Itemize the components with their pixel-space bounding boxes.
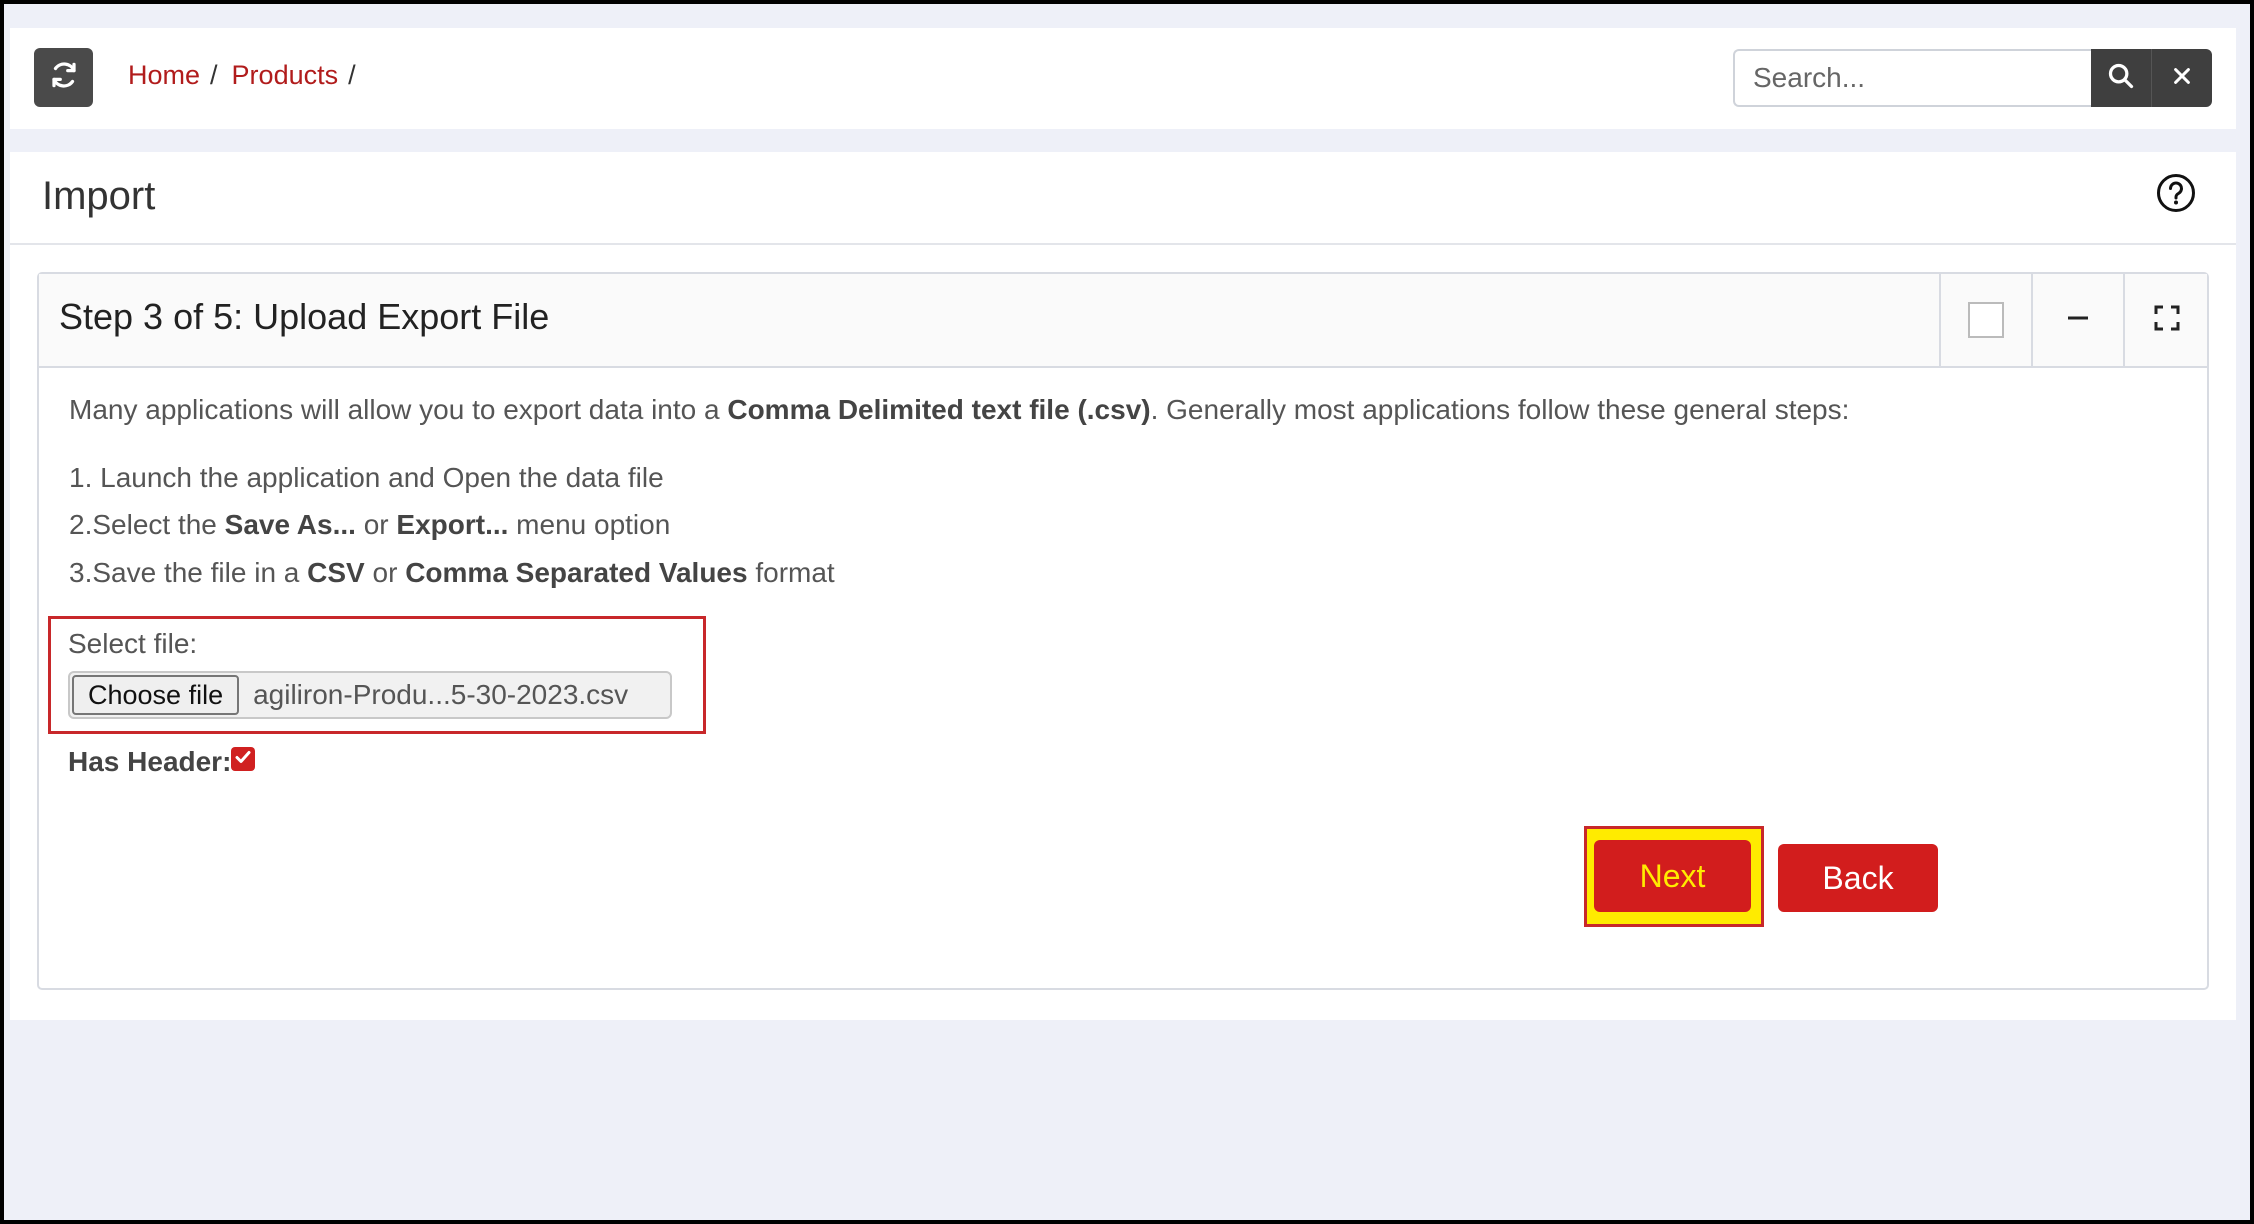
step-2-export: Export... <box>396 509 509 540</box>
close-icon <box>2171 65 2193 92</box>
has-header-label: Has Header: <box>68 746 232 777</box>
card-select-toggle[interactable] <box>1939 274 2031 366</box>
has-header-row: Has Header: <box>68 746 256 778</box>
step-2-text: or <box>355 509 397 540</box>
intro-text-end: . Generally most applications follow the… <box>1150 394 1850 425</box>
step-2-save-as: Save As... <box>224 509 356 540</box>
step-3-text: or <box>364 557 406 588</box>
search-bar <box>1733 49 2212 107</box>
selected-file-name: agiliron-Produ...5-30-2023.csv <box>253 679 629 710</box>
breadcrumb: Home / Products / <box>128 60 370 91</box>
step-3-text: format <box>747 557 835 588</box>
choose-file-button[interactable]: Choose file <box>72 675 240 715</box>
step-2-text: menu option <box>508 509 671 540</box>
refresh-button[interactable] <box>34 48 93 107</box>
card-title: Step 3 of 5: Upload Export File <box>59 296 550 337</box>
step-2: 2.Select the Save As... or Export... men… <box>69 509 670 541</box>
fullscreen-icon <box>2154 305 2180 336</box>
checkmark-icon <box>234 748 252 771</box>
search-input[interactable] <box>1733 49 2091 107</box>
top-bar: Home / Products / <box>10 28 2236 129</box>
breadcrumb-separator: / <box>348 60 356 90</box>
step-3-comma-separated: Comma Separated Values <box>405 557 748 588</box>
search-button[interactable] <box>2091 49 2151 107</box>
page-title: Import <box>42 174 156 218</box>
step-2-text: 2.Select the <box>69 509 225 540</box>
step-3-csv: CSV <box>307 557 365 588</box>
intro-text-bold: Comma Delimited text file (.csv) <box>727 394 1151 425</box>
file-input[interactable]: Choose file agiliron-Produ...5-30-2023.c… <box>68 671 672 719</box>
step-1: 1. Launch the application and Open the d… <box>69 462 664 493</box>
divider <box>10 243 2236 245</box>
step-3: 3.Save the file in a CSV or Comma Separa… <box>69 557 835 589</box>
intro-text-start: Many applications will allow you to expo… <box>69 394 728 425</box>
search-icon <box>2107 62 2135 95</box>
app-frame: Home / Products / Search... Import Step … <box>0 0 2254 1224</box>
clear-search-button[interactable] <box>2151 49 2212 107</box>
card-header: Step 3 of 5: Upload Export File <box>39 274 2207 368</box>
select-file-label: Select file: <box>68 628 198 659</box>
minimize-icon <box>2065 305 2091 336</box>
intro-text: Many applications will allow you to expo… <box>69 394 1849 426</box>
back-button[interactable]: Back <box>1778 844 1938 912</box>
select-checkbox[interactable] <box>1968 302 2004 338</box>
collapse-card-button[interactable] <box>2031 274 2123 366</box>
has-header-checkbox[interactable] <box>231 747 256 771</box>
help-icon[interactable] <box>2156 173 2196 213</box>
breadcrumb-products-link[interactable]: Products <box>232 60 339 91</box>
next-button[interactable]: Next <box>1594 840 1751 912</box>
breadcrumb-home-link[interactable]: Home <box>128 60 200 91</box>
step-3-text: 3.Save the file in a <box>69 557 308 588</box>
fullscreen-card-button[interactable] <box>2123 274 2209 366</box>
breadcrumb-separator: / <box>210 60 218 90</box>
refresh-icon <box>49 60 79 95</box>
